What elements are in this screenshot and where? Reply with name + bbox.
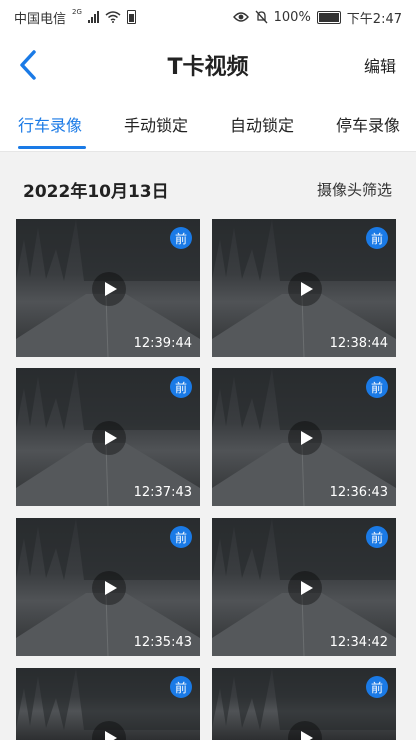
play-icon[interactable]	[92, 421, 126, 455]
video-thumbnail[interactable]: 前 12:34:42	[212, 518, 396, 656]
video-thumbnail[interactable]: 前 12:35:43	[16, 518, 200, 656]
video-time: 12:37:43	[133, 485, 192, 500]
video-thumbnail[interactable]: 前 12:37:43	[16, 368, 200, 506]
play-icon[interactable]	[288, 421, 322, 455]
edit-button[interactable]: 编辑	[364, 53, 396, 77]
front-camera-badge: 前	[170, 676, 192, 698]
status-left: 中国电信 2G	[14, 8, 136, 27]
video-thumbnail[interactable]: 前 12:36:43	[212, 368, 396, 506]
tab-active-indicator	[18, 146, 86, 149]
tab-bar: 行车录像 手动锁定 自动锁定 停车录像	[0, 96, 416, 152]
eye-icon	[232, 12, 249, 22]
front-camera-badge: 前	[170, 376, 192, 398]
play-icon[interactable]	[288, 272, 322, 306]
network-label: 2G	[72, 8, 82, 16]
signal-icon	[87, 11, 99, 23]
front-camera-badge: 前	[170, 526, 192, 548]
page-title: T卡视频	[167, 55, 249, 80]
carrier-label: 中国电信	[14, 11, 67, 27]
battery-percent: 100%	[273, 9, 311, 25]
status-right: 100% 下午2:47	[232, 8, 402, 27]
wifi-icon	[105, 11, 121, 23]
play-icon[interactable]	[92, 272, 126, 306]
date-label: 2022年10月13日	[23, 182, 169, 202]
status-bar: 中国电信 2G 100% 下午2:47	[0, 0, 416, 34]
video-time: 12:38:44	[329, 336, 388, 351]
clock: 下午2:47	[346, 11, 402, 27]
front-camera-badge: 前	[170, 227, 192, 249]
back-icon[interactable]	[14, 48, 46, 82]
video-time: 12:39:44	[133, 336, 192, 351]
video-thumbnail[interactable]: 前 12:38:44	[212, 219, 396, 357]
video-thumbnail[interactable]: 前 12:39:44	[16, 219, 200, 357]
date-row: 2022年10月13日 摄像头筛选	[0, 172, 416, 206]
play-icon[interactable]	[92, 571, 126, 605]
front-camera-badge: 前	[366, 376, 388, 398]
sd-card-icon	[126, 10, 136, 24]
front-camera-badge: 前	[366, 676, 388, 698]
video-thumbnail[interactable]: 前	[16, 668, 200, 740]
tab-auto-lock[interactable]: 自动锁定	[230, 112, 294, 136]
front-camera-badge: 前	[366, 227, 388, 249]
tab-driving-record[interactable]: 行车录像	[18, 112, 82, 136]
video-time: 12:34:42	[329, 635, 388, 650]
tab-manual-lock[interactable]: 手动锁定	[124, 112, 188, 136]
camera-filter-button[interactable]: 摄像头筛选	[317, 179, 392, 200]
mute-bell-icon	[255, 10, 268, 24]
video-time: 12:35:43	[133, 635, 192, 650]
front-camera-badge: 前	[366, 526, 388, 548]
battery-icon	[316, 10, 341, 24]
header: T卡视频 编辑	[0, 34, 416, 96]
play-icon[interactable]	[288, 571, 322, 605]
video-thumbnail[interactable]: 前	[212, 668, 396, 740]
video-time: 12:36:43	[329, 485, 388, 500]
tab-parking-record[interactable]: 停车录像	[336, 112, 400, 136]
